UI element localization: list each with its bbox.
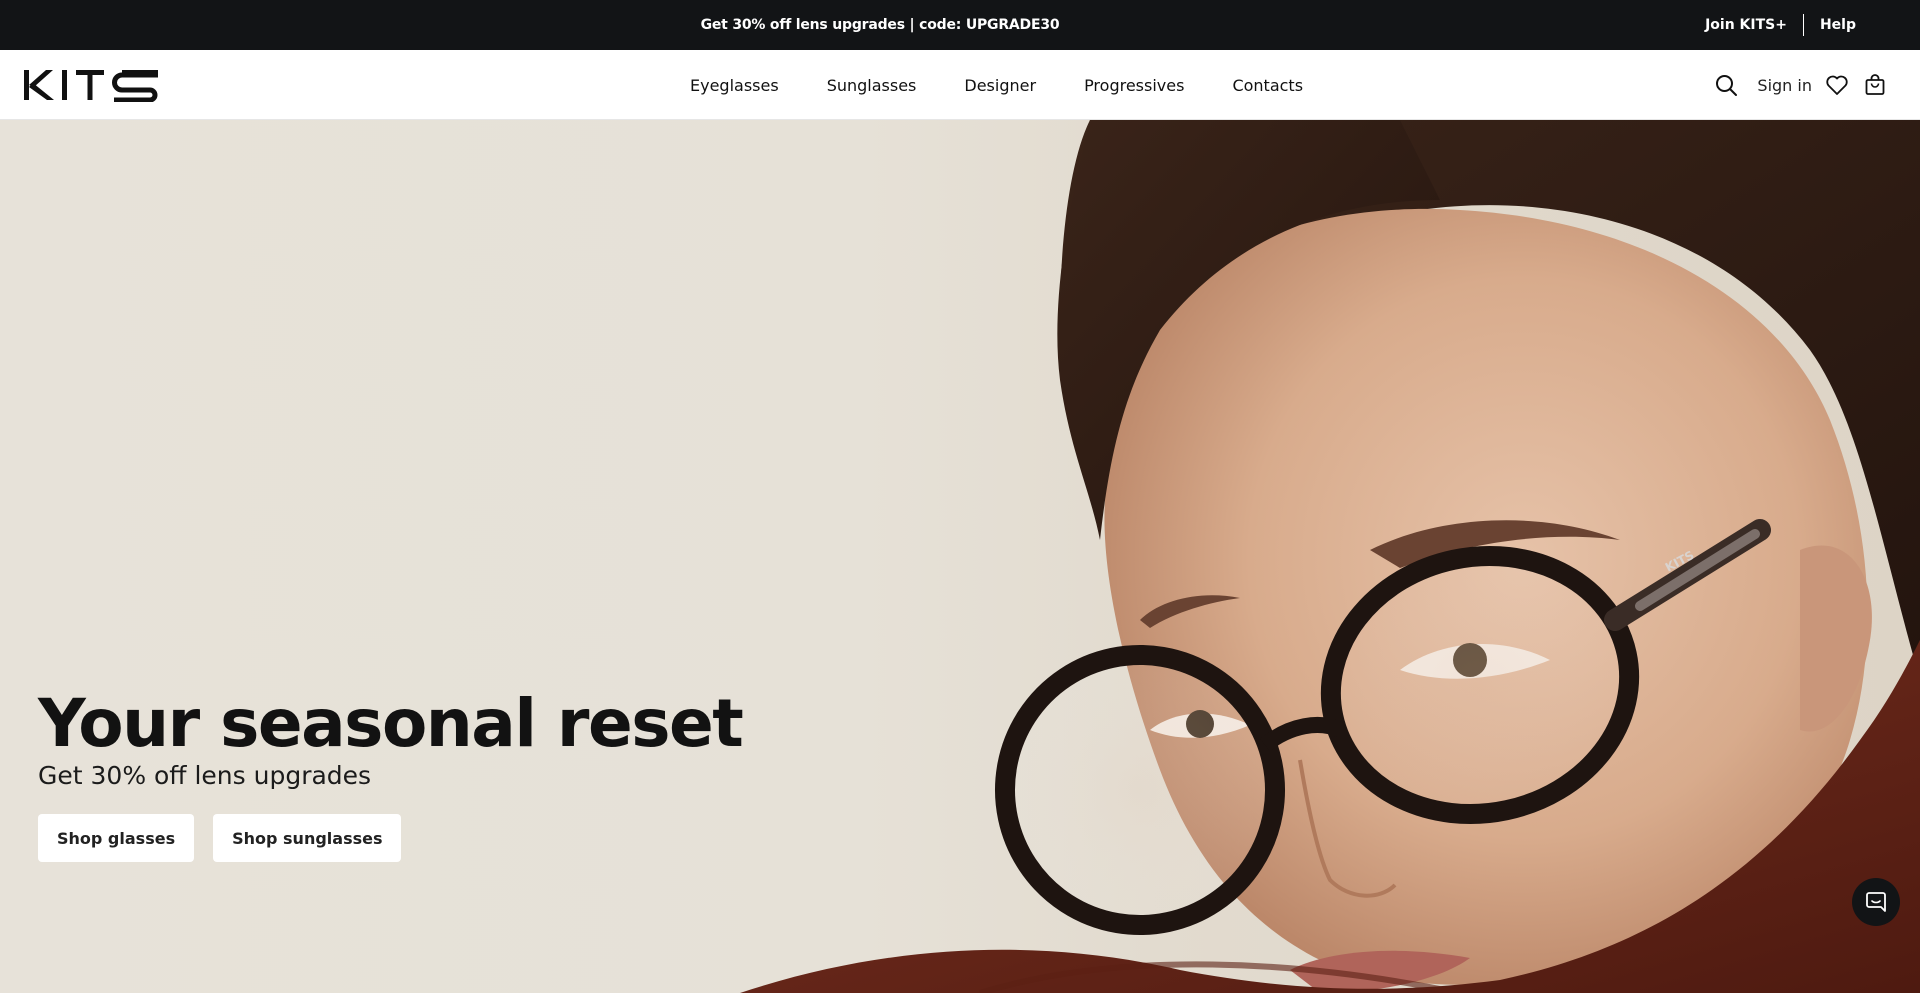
hero-title: Your seasonal reset xyxy=(38,685,744,762)
hero-banner: KITS Your seasonal reset Get 30% off len… xyxy=(0,120,1920,993)
header-actions: Sign in xyxy=(1713,50,1888,120)
nav-designer[interactable]: Designer xyxy=(964,76,1036,95)
divider xyxy=(1802,14,1804,36)
hero-model-image: KITS xyxy=(740,120,1920,993)
nav-progressives[interactable]: Progressives xyxy=(1084,76,1184,95)
hero-subtitle: Get 30% off lens upgrades xyxy=(38,761,372,790)
kits-logo-mark xyxy=(24,70,158,103)
site-header: Eyeglasses Sunglasses Designer Progressi… xyxy=(0,50,1920,120)
chat-icon xyxy=(1866,892,1886,912)
promo-text[interactable]: Get 30% off lens upgrades | code: UPGRAD… xyxy=(0,0,1760,50)
join-kits-link[interactable]: Join KITS+ xyxy=(1705,17,1787,33)
chat-button[interactable] xyxy=(1852,878,1900,926)
search-icon[interactable] xyxy=(1713,72,1739,98)
help-link[interactable]: Help xyxy=(1820,17,1856,33)
heart-icon[interactable] xyxy=(1824,72,1850,98)
utility-links: Join KITS+ Help xyxy=(1705,0,1856,50)
announcement-bar: Get 30% off lens upgrades | code: UPGRAD… xyxy=(0,0,1920,50)
nav-contacts[interactable]: Contacts xyxy=(1232,76,1303,95)
shop-glasses-button[interactable]: Shop glasses xyxy=(38,814,195,862)
nav-eyeglasses[interactable]: Eyeglasses xyxy=(690,76,779,95)
main-nav: Eyeglasses Sunglasses Designer Progressi… xyxy=(690,50,1303,120)
nav-sunglasses[interactable]: Sunglasses xyxy=(827,76,917,95)
shop-sunglasses-button[interactable]: Shop sunglasses xyxy=(213,814,402,862)
sign-in-link[interactable]: Sign in xyxy=(1757,76,1812,95)
kits-logo[interactable] xyxy=(24,68,164,103)
hero-cta-group: Shop glasses Shop sunglasses xyxy=(38,814,402,862)
bag-icon[interactable] xyxy=(1862,72,1888,98)
